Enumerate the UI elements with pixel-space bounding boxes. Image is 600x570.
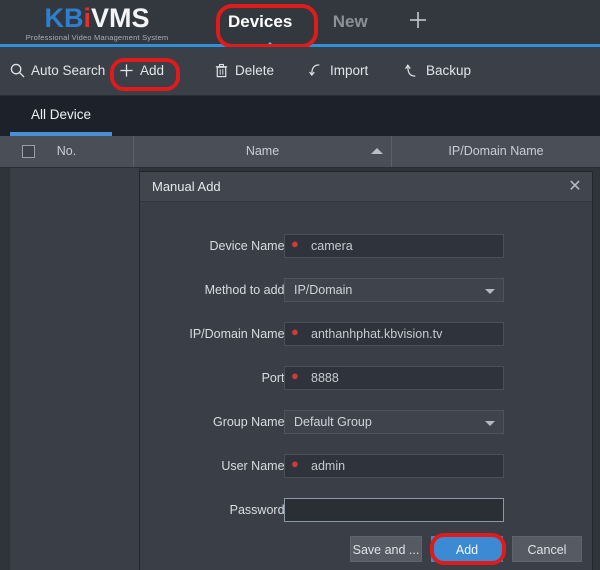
cancel-button[interactable]: Cancel: [512, 536, 582, 562]
toolbar-button-import[interactable]: Import: [309, 47, 368, 95]
kbivms-window: KBiVMS Professional Video Management Sys…: [0, 0, 600, 570]
import-arrow-icon: [309, 63, 324, 78]
label-device-name: Device Name:: [209, 239, 289, 253]
ip-domain-name-value: anthanhphat.kbvision.tv: [311, 327, 443, 341]
dialog-body: Device Name: ● camera Method to add: IP/…: [140, 202, 592, 570]
user-name-input[interactable]: ● admin: [284, 454, 504, 478]
user-name-value: admin: [311, 459, 346, 473]
toolbar-button-backup[interactable]: Backup: [405, 47, 471, 95]
logo-vms-text: VMS: [91, 3, 150, 33]
save-and-continue-button[interactable]: Save and ...: [350, 536, 422, 562]
port-value: 8888: [311, 371, 339, 385]
password-input[interactable]: [284, 498, 504, 522]
field-row-group-name: Group Name: Default Group: [140, 410, 592, 434]
field-row-method-to-add: Method to add: IP/Domain: [140, 278, 592, 302]
manual-add-dialog: Manual Add ✕ Device Name: ● camera Metho…: [140, 172, 592, 570]
table-column-ip-domain[interactable]: IP/Domain Name: [392, 136, 600, 167]
nav-tab-new[interactable]: New: [315, 0, 386, 44]
toolbar-label-import: Import: [330, 63, 369, 78]
add-tab-button[interactable]: [390, 0, 446, 44]
dialog-button-row: Save and ... Add Cancel: [140, 536, 592, 562]
sort-ascending-icon[interactable]: [371, 148, 383, 154]
toolbar-label-delete: Delete: [235, 63, 275, 78]
method-to-add-value: IP/Domain: [294, 283, 353, 297]
dialog-title: Manual Add: [152, 179, 221, 194]
field-row-user-name: User Name: ● admin: [140, 454, 592, 478]
main-nav-tabs: Devices New: [210, 0, 446, 44]
device-name-value: camera: [311, 239, 353, 253]
field-row-port: Port: ● 8888: [140, 366, 592, 390]
label-group-name: Group Name:: [212, 415, 288, 429]
backup-arrow-icon: [405, 63, 420, 78]
ip-domain-name-input[interactable]: ● anthanhphat.kbvision.tv: [284, 322, 504, 346]
add-button[interactable]: Add: [431, 536, 503, 562]
logo-kb-text: KB: [44, 3, 84, 33]
table-column-no[interactable]: No.: [0, 136, 134, 167]
device-table-header: No. Name IP/Domain Name: [0, 136, 600, 168]
toolbar-label-auto-search: Auto Search: [31, 63, 106, 78]
label-port: Port:: [261, 371, 288, 385]
required-marker-icon: ●: [291, 368, 299, 383]
device-name-input[interactable]: ● camera: [284, 234, 504, 258]
method-to-add-select[interactable]: IP/Domain: [284, 278, 504, 302]
group-name-select[interactable]: Default Group: [284, 410, 504, 434]
select-all-checkbox[interactable]: [22, 145, 35, 158]
required-marker-icon: ●: [291, 456, 299, 471]
required-marker-icon: ●: [291, 236, 299, 251]
chevron-down-icon: [485, 421, 495, 426]
toolbar-button-auto-search[interactable]: Auto Search: [10, 47, 105, 95]
toolbar-label-backup: Backup: [426, 63, 472, 78]
required-marker-icon: ●: [291, 324, 299, 339]
dialog-titlebar: Manual Add ✕: [140, 172, 592, 202]
field-row-ip-domain-name: IP/Domain Name: ● anthanhphat.kbvision.t…: [140, 322, 592, 346]
toolbar-label-add: Add: [140, 63, 165, 78]
plus-icon: [119, 63, 134, 78]
search-icon: [10, 63, 25, 78]
group-name-value: Default Group: [294, 415, 372, 429]
table-column-ip-domain-label: IP/Domain Name: [448, 144, 544, 158]
nav-tab-devices[interactable]: Devices: [210, 0, 310, 44]
table-column-name-label: Name: [245, 144, 280, 158]
plus-icon: [410, 12, 427, 28]
logo-i-text: i: [83, 3, 91, 33]
logo-tagline: Professional Video Management System: [25, 33, 169, 42]
table-column-no-label: No.: [56, 144, 77, 158]
device-tab-all-device[interactable]: All Device: [10, 96, 112, 136]
table-body-column-no: [10, 168, 140, 570]
device-tab-strip: All Device: [0, 96, 600, 136]
toolbar-button-add[interactable]: Add: [119, 47, 164, 95]
app-logo: KBiVMS Professional Video Management Sys…: [22, 4, 172, 46]
device-toolbar: Auto Search Add Delete Import Backup: [0, 47, 600, 96]
label-method-to-add: Method to add:: [204, 283, 288, 297]
table-column-name[interactable]: Name: [134, 136, 392, 167]
chevron-down-icon: [485, 289, 495, 294]
label-user-name: User Name:: [221, 459, 288, 473]
port-input[interactable]: ● 8888: [284, 366, 504, 390]
label-ip-domain-name: IP/Domain Name:: [189, 327, 288, 341]
close-icon[interactable]: ✕: [558, 172, 592, 201]
field-row-device-name: Device Name: ● camera: [140, 234, 592, 258]
app-header: KBiVMS Professional Video Management Sys…: [0, 0, 600, 48]
trash-icon: [214, 63, 229, 78]
field-row-password: Password:: [140, 498, 592, 522]
toolbar-button-delete[interactable]: Delete: [214, 47, 274, 95]
logo-wordmark: KBiVMS: [22, 4, 172, 32]
label-password: Password:: [229, 503, 288, 517]
